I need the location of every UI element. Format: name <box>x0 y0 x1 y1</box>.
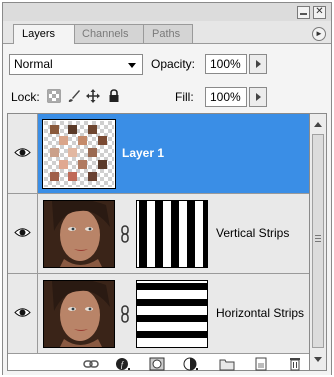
bottom-toolbar: f <box>3 353 331 375</box>
lock-position-icon[interactable] <box>86 89 100 103</box>
blend-mode-select[interactable]: Normal <box>9 54 143 75</box>
opacity-slider-button[interactable] <box>249 54 267 74</box>
adjustment-layer-icon[interactable] <box>183 357 199 371</box>
layer-row-horizontal-strips[interactable]: Horizontal Strips <box>8 274 309 354</box>
fill-input[interactable]: 100% <box>205 87 247 107</box>
close-icon[interactable]: ✕ <box>313 6 326 19</box>
fill-label: Fill: <box>175 90 194 104</box>
eye-icon <box>14 228 31 237</box>
lock-label: Lock: <box>11 90 40 104</box>
layer-thumbnail[interactable] <box>43 200 115 268</box>
minimize-icon[interactable] <box>297 6 310 19</box>
title-bar: ✕ <box>3 3 331 21</box>
layer-thumbnail[interactable] <box>42 119 116 189</box>
layers-scrollbar[interactable] <box>310 113 327 371</box>
add-mask-icon[interactable] <box>149 357 165 371</box>
panel-content: Normal Opacity: 100% Lock: Fill: 100% La… <box>3 43 331 375</box>
layer-name[interactable]: Horizontal Strips <box>216 306 304 320</box>
opacity-label: Opacity: <box>151 57 196 71</box>
eye-icon <box>14 308 31 317</box>
layer-mask-thumbnail[interactable] <box>136 280 208 348</box>
eye-icon <box>14 148 31 157</box>
tab-layers[interactable]: Layers <box>13 24 75 44</box>
new-group-icon[interactable] <box>219 357 235 371</box>
visibility-toggle[interactable] <box>8 194 38 273</box>
layer-row-layer-1[interactable]: Layer 1 <box>8 114 309 194</box>
layer-style-icon[interactable]: f <box>115 357 131 371</box>
layers-panel: ✕ Layers Channels Paths ► Normal Opacity… <box>2 2 332 375</box>
layer-name[interactable]: Vertical Strips <box>216 226 289 240</box>
blend-mode-value: Normal <box>14 57 53 71</box>
chevron-down-icon <box>128 63 136 68</box>
tab-channels[interactable]: Channels <box>73 24 145 43</box>
lock-image-pixels-icon[interactable] <box>67 89 81 103</box>
tab-paths[interactable]: Paths <box>143 24 193 43</box>
layer-thumbnail[interactable] <box>43 280 115 348</box>
scroll-up-icon[interactable] <box>314 122 322 127</box>
mask-link-icon[interactable] <box>120 225 130 243</box>
lock-transparent-pixels-icon[interactable] <box>47 89 61 103</box>
layer-name[interactable]: Layer 1 <box>122 146 164 160</box>
opacity-input[interactable]: 100% <box>205 54 247 74</box>
visibility-toggle[interactable] <box>8 274 38 353</box>
fill-slider-button[interactable] <box>249 87 267 107</box>
new-layer-icon[interactable] <box>253 357 269 371</box>
link-layers-icon[interactable] <box>83 357 99 371</box>
delete-layer-icon[interactable] <box>287 357 303 371</box>
visibility-toggle[interactable] <box>8 114 38 193</box>
panel-tabs: Layers Channels Paths ► <box>3 21 331 44</box>
panel-menu-icon[interactable]: ► <box>312 27 326 41</box>
layer-row-vertical-strips[interactable]: Vertical Strips <box>8 194 309 274</box>
scroll-thumb[interactable] <box>312 134 324 348</box>
lock-all-icon[interactable] <box>107 89 121 103</box>
mask-link-icon[interactable] <box>120 305 130 323</box>
layer-mask-thumbnail[interactable] <box>136 200 208 268</box>
layers-list: Layer 1 Vertical Strips Horizontal Strip… <box>7 113 310 371</box>
